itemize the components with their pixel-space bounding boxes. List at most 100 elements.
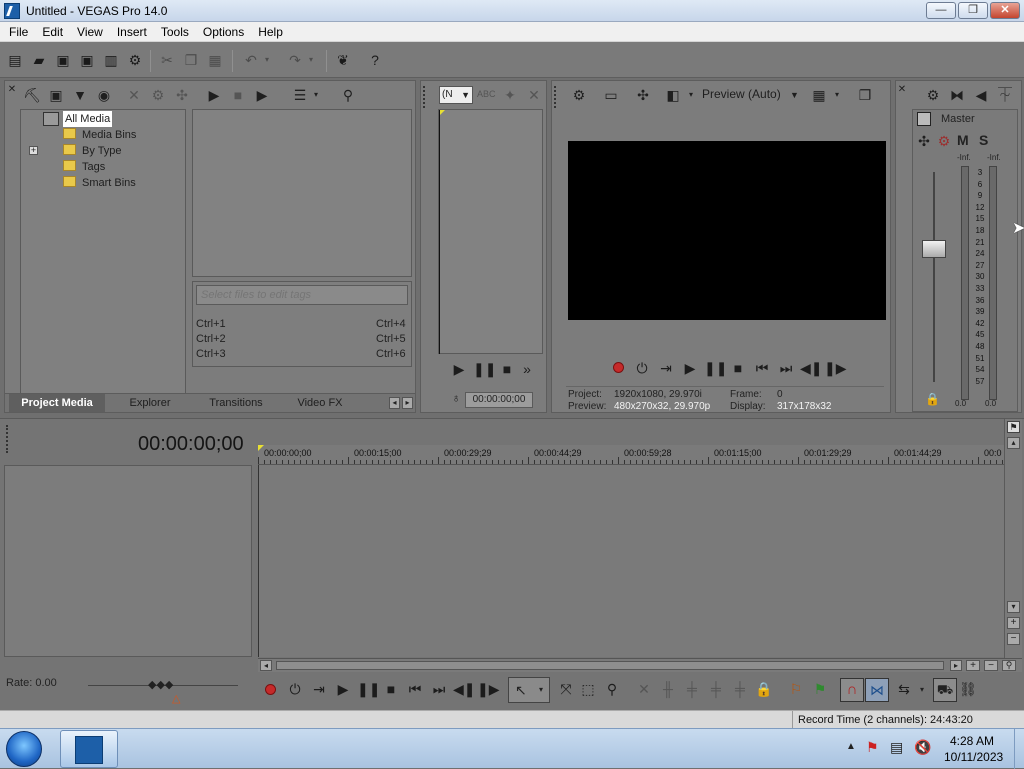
copy-snapshot-icon[interactable]: ❐ (856, 86, 874, 104)
trim-icon[interactable]: ╫ (658, 681, 678, 697)
split-icon[interactable]: ╪ (730, 681, 750, 697)
tab-scroll-left-icon[interactable]: ◂ (389, 397, 400, 409)
bus-insert-fx-icon[interactable]: ✣ (915, 132, 933, 150)
trimmer-canvas[interactable] (438, 109, 543, 354)
horizontal-scrollbar[interactable]: ◂ ▸ + − ⚲ (258, 658, 1022, 672)
tab-scroll-right-icon[interactable]: ▸ (402, 397, 413, 409)
overlays-icon[interactable]: ▦ (810, 86, 828, 104)
stop-icon[interactable]: ■ (229, 86, 247, 104)
envelope-tool-icon[interactable]: ⤧ (556, 681, 576, 698)
tree-item-tags[interactable]: Tags (63, 159, 105, 175)
selection-tool-icon[interactable]: ⬚ (578, 681, 598, 698)
trim-end-icon[interactable]: ╪ (706, 681, 726, 697)
vertical-scrollbar[interactable]: ⚑ ▴ ▾ + − (1004, 419, 1022, 659)
import-media-icon[interactable]: ⛏ (23, 86, 41, 104)
lock-events-icon[interactable]: 🔒 (754, 681, 774, 698)
open-icon[interactable]: ▰ (30, 51, 48, 69)
menu-tools[interactable]: Tools (154, 22, 196, 42)
close-panel-icon[interactable]: ✕ (897, 81, 907, 99)
edit-tool-button[interactable]: ↖ ▾ (508, 677, 550, 703)
menu-help[interactable]: Help (251, 22, 290, 42)
record-icon[interactable] (265, 684, 276, 695)
panel-grip[interactable] (554, 86, 558, 108)
flag-icon[interactable]: ⚑ (1007, 421, 1020, 433)
menu-file[interactable]: File (2, 22, 35, 42)
record-icon[interactable] (613, 362, 624, 373)
play-icon[interactable]: ▶ (333, 681, 353, 698)
zoom-out-vertical-icon[interactable]: − (1007, 633, 1020, 645)
maximize-button[interactable]: ❐ (958, 2, 988, 19)
auto-crossfade-icon[interactable]: ⋈ (865, 678, 889, 702)
timeline-tracks-area[interactable] (258, 465, 1004, 657)
start-button[interactable] (6, 731, 42, 767)
solo-button[interactable]: S (979, 132, 988, 148)
get-media-icon[interactable]: ▼ (71, 86, 89, 104)
render-icon[interactable]: ▥ (102, 51, 120, 69)
pause-icon[interactable]: ❚❚ (704, 360, 727, 377)
close-panel-icon[interactable]: ✕ (7, 81, 17, 99)
plugin-chooser-icon[interactable]: ✣ (173, 86, 191, 104)
go-to-end-icon[interactable]: ⏭ (429, 681, 449, 698)
master-fx-icon[interactable]: ⚙ (935, 132, 953, 150)
ignore-grouping-icon[interactable]: ⛓ (958, 681, 978, 698)
show-hidden-icons-icon[interactable]: ▲ (846, 741, 856, 752)
capture-icon[interactable]: ▣ (47, 86, 65, 104)
play-icon[interactable]: ▶ (205, 86, 223, 104)
overlays-dropdown-icon[interactable]: ▾ (832, 86, 842, 104)
zoom-out-horizontal-icon[interactable]: − (984, 660, 998, 671)
minimize-button[interactable]: — (926, 2, 956, 19)
menu-insert[interactable]: Insert (110, 22, 154, 42)
trimmer-play-icon[interactable]: ▶ (449, 361, 469, 378)
trimmer-close-icon[interactable]: ✕ (525, 86, 543, 104)
trimmer-media-dropdown[interactable]: (N ▼ (439, 86, 473, 104)
lock-icon[interactable]: 🔒 (925, 392, 940, 406)
zoom-tool-icon[interactable]: ⚲ (1002, 660, 1016, 671)
ripple-dropdown-icon[interactable]: ▾ (920, 685, 924, 694)
tab-project-media[interactable]: Project Media (9, 394, 105, 412)
mixer-properties-icon[interactable]: ⚙ (924, 86, 942, 104)
go-to-end-icon[interactable]: ⏭ (776, 360, 796, 377)
marker-icon[interactable]: ♁ (447, 389, 465, 407)
cut-icon[interactable]: ✂ (158, 51, 176, 69)
close-button[interactable]: ✕ (990, 2, 1020, 19)
play-icon[interactable]: ▶ (680, 360, 700, 377)
scroll-right-icon[interactable]: ▸ (950, 660, 962, 671)
vegas-icon[interactable]: ❦ (334, 51, 352, 69)
dim-output-icon[interactable]: ◀ (972, 86, 990, 104)
copy-icon[interactable]: ❐ (182, 51, 200, 69)
spell-check-icon[interactable]: ABC (477, 85, 496, 103)
preview-quality-dropdown[interactable]: Preview (Auto) ▼ (702, 87, 799, 101)
paste-icon[interactable]: ▦ (206, 51, 224, 69)
menu-view[interactable]: View (70, 22, 110, 42)
action-center-icon[interactable]: ⚑ (866, 739, 879, 756)
preview-output-icon[interactable]: ◧ (664, 86, 682, 104)
stop-icon[interactable]: ■ (381, 681, 401, 697)
tags-input[interactable] (196, 285, 408, 305)
tree-item-all-media[interactable]: All Media (63, 111, 113, 127)
trimmer-pause-icon[interactable]: ❚❚ (473, 361, 496, 378)
panel-grip[interactable] (423, 86, 427, 108)
properties-icon[interactable]: ⚙ (126, 51, 144, 69)
remove-icon[interactable]: ✕ (125, 86, 143, 104)
auto-preview-icon[interactable]: ▶ (253, 86, 271, 104)
expand-icon[interactable]: + (29, 146, 38, 155)
loop-icon[interactable]: ⏻ (285, 681, 305, 698)
tree-item-smart-bins[interactable]: Smart Bins (63, 175, 136, 191)
undo-icon[interactable]: ↶ (242, 51, 260, 69)
redo-icon[interactable]: ↷ (286, 51, 304, 69)
tree-item-media-bins[interactable]: Media Bins (63, 127, 136, 143)
insert-marker-icon[interactable]: ⚐ (786, 681, 806, 698)
trim-start-icon[interactable]: ╪ (682, 681, 702, 697)
go-to-start-icon[interactable]: ⏮ (752, 360, 772, 377)
save-as-icon[interactable]: ▣ (78, 51, 96, 69)
menu-edit[interactable]: Edit (35, 22, 70, 42)
mixer-settings-icon[interactable]: ⏇ (996, 86, 1014, 104)
new-icon[interactable]: ▤ (6, 51, 24, 69)
next-frame-icon[interactable]: ❚▶ (477, 681, 500, 698)
views-icon[interactable]: ☰ (291, 86, 309, 104)
loop-icon[interactable]: ⏻ (632, 360, 652, 377)
next-frame-icon[interactable]: ❚▶ (824, 360, 847, 377)
output-dropdown-icon[interactable]: ▾ (686, 86, 696, 104)
help-icon[interactable]: ? (366, 51, 384, 69)
network-icon[interactable]: ▤ (890, 739, 903, 756)
